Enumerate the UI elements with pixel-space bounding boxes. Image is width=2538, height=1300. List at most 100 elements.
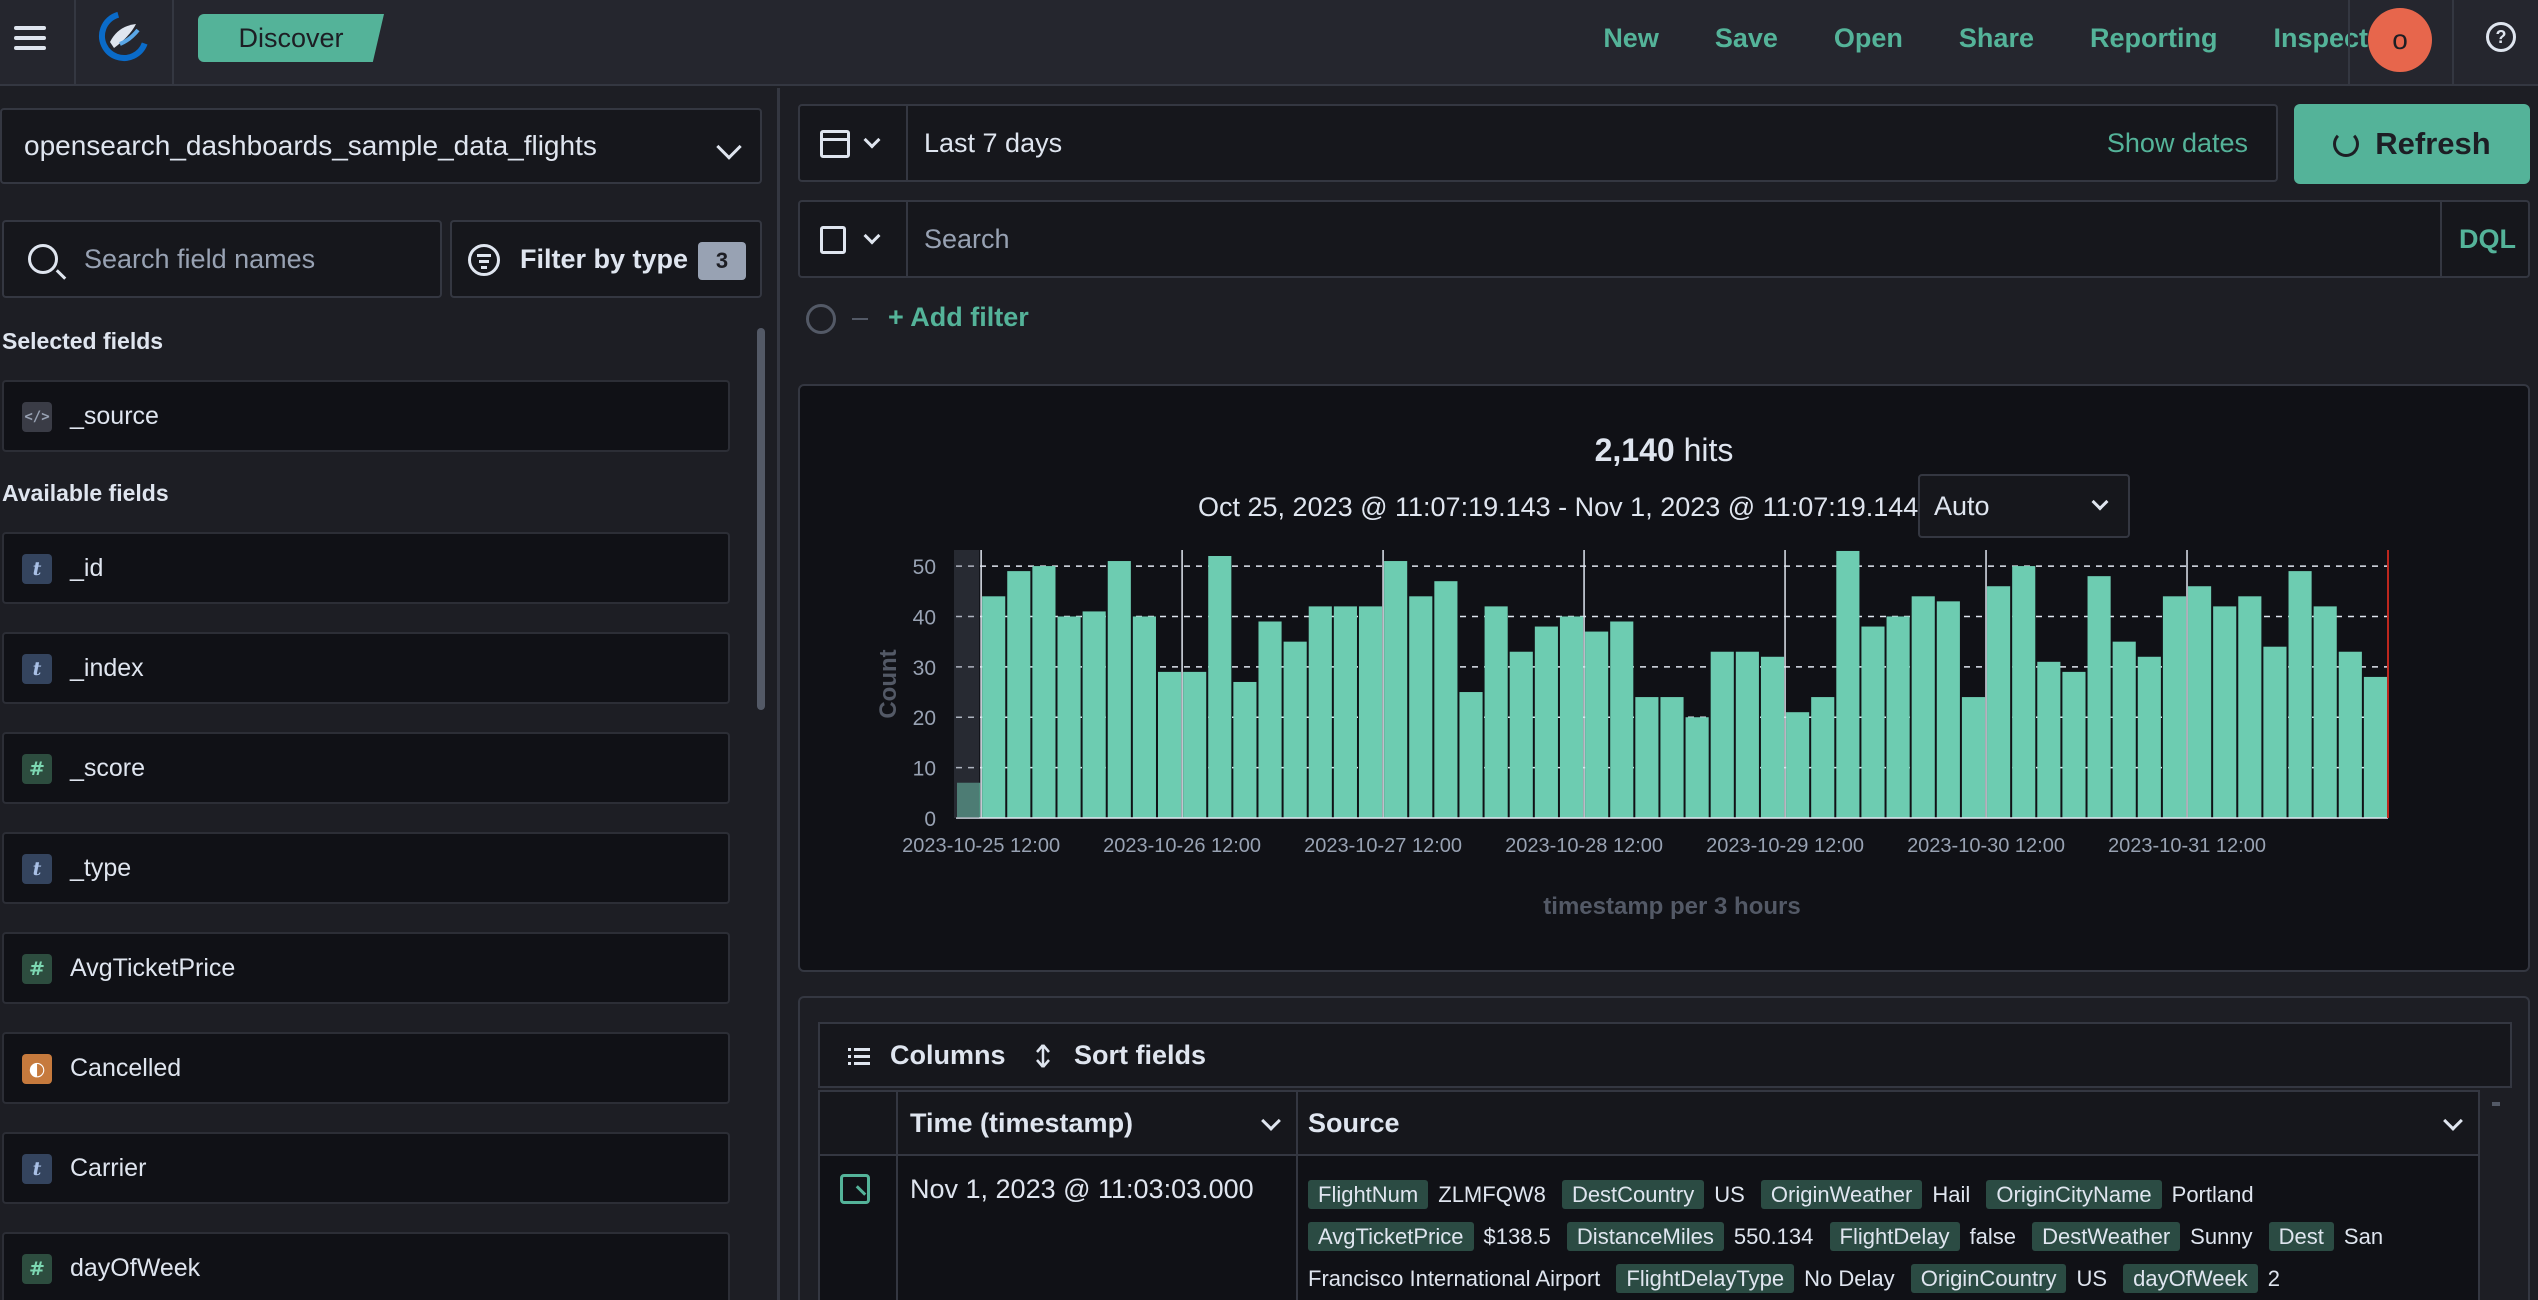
histogram-bar[interactable] bbox=[2087, 576, 2111, 818]
reporting-link[interactable]: Reporting bbox=[2090, 23, 2218, 54]
table-row[interactable]: Nov 1, 2023 @ 11:03:03.000 FlightNum ZLMF… bbox=[818, 1156, 2480, 1300]
field-item-type[interactable]: t _type bbox=[2, 832, 730, 904]
field-item-carrier[interactable]: t Carrier bbox=[2, 1132, 730, 1204]
histogram-bar[interactable] bbox=[1961, 697, 1986, 818]
user-avatar[interactable]: o bbox=[2368, 8, 2432, 72]
histogram-bar[interactable] bbox=[1660, 697, 1684, 818]
histogram-bar[interactable] bbox=[2263, 646, 2287, 818]
open-link[interactable]: Open bbox=[1834, 23, 1903, 54]
histogram-bar[interactable] bbox=[1685, 717, 1709, 818]
histogram-bar[interactable] bbox=[1886, 616, 1910, 818]
histogram-bar[interactable] bbox=[1635, 697, 1659, 818]
calendar-icon[interactable] bbox=[820, 130, 850, 158]
histogram-bar[interactable] bbox=[982, 596, 1006, 818]
histogram-bar[interactable] bbox=[2037, 661, 2061, 818]
discover-breadcrumb[interactable]: Discover bbox=[198, 14, 384, 62]
histogram-bar[interactable] bbox=[2137, 656, 2161, 818]
field-search-input[interactable]: Search field names bbox=[2, 220, 442, 298]
chart-bars[interactable] bbox=[957, 550, 2387, 819]
histogram-bar[interactable] bbox=[1610, 621, 1634, 819]
histogram-bar[interactable] bbox=[2288, 571, 2312, 818]
histogram-bar[interactable] bbox=[1007, 571, 1031, 818]
histogram-bar[interactable] bbox=[1208, 556, 1232, 818]
histogram-bar[interactable] bbox=[1358, 606, 1383, 818]
field-item-avgticketprice[interactable]: # AvgTicketPrice bbox=[2, 932, 730, 1004]
histogram-bar[interactable] bbox=[1861, 626, 1885, 818]
time-column-header[interactable]: Time (timestamp) bbox=[910, 1108, 1133, 1139]
histogram-bar[interactable] bbox=[1183, 671, 1207, 818]
chevron-down-icon[interactable] bbox=[2443, 1111, 2463, 1131]
add-filter-button[interactable]: + Add filter bbox=[888, 302, 1029, 333]
histogram-bar[interactable] bbox=[1333, 606, 1357, 818]
histogram-bar[interactable] bbox=[1786, 712, 1810, 818]
query-language-toggle[interactable]: DQL bbox=[2459, 224, 2516, 255]
histogram-bar[interactable] bbox=[2313, 606, 2337, 818]
histogram-bar[interactable] bbox=[1283, 641, 1307, 818]
histogram-bar[interactable] bbox=[1811, 697, 1835, 818]
query-search-input[interactable]: Search DQL bbox=[798, 200, 2530, 278]
new-link[interactable]: New bbox=[1603, 23, 1659, 54]
columns-button[interactable]: Columns bbox=[848, 1040, 1006, 1071]
save-link[interactable]: Save bbox=[1715, 23, 1778, 54]
histogram-bar[interactable] bbox=[1308, 606, 1332, 818]
histogram-bar[interactable] bbox=[2238, 596, 2262, 818]
histogram-bar[interactable] bbox=[2162, 596, 2187, 818]
field-item-id[interactable]: t _id bbox=[2, 532, 730, 604]
field-item-score[interactable]: # _score bbox=[2, 732, 730, 804]
histogram-bar[interactable] bbox=[1434, 581, 1458, 818]
field-item-cancelled[interactable]: ◐ Cancelled bbox=[2, 1032, 730, 1104]
histogram-bar[interactable] bbox=[1132, 616, 1156, 818]
opensearch-logo-icon[interactable] bbox=[96, 8, 152, 64]
histogram-bar[interactable] bbox=[1735, 651, 1759, 818]
saved-query-icon[interactable] bbox=[820, 226, 846, 254]
histogram-bar[interactable] bbox=[1911, 596, 1935, 818]
histogram-bar[interactable] bbox=[2363, 676, 2387, 818]
histogram-bar[interactable] bbox=[1233, 681, 1257, 818]
field-item-index[interactable]: t _index bbox=[2, 632, 730, 704]
histogram-bar[interactable] bbox=[1258, 621, 1282, 819]
share-link[interactable]: Share bbox=[1959, 23, 2034, 54]
histogram-bar[interactable] bbox=[1082, 611, 1106, 818]
histogram-bar[interactable] bbox=[1032, 566, 1056, 818]
table-scrollbar[interactable] bbox=[2492, 1102, 2500, 1106]
histogram-bar[interactable] bbox=[1509, 651, 1533, 818]
histogram-bar[interactable] bbox=[1936, 601, 1960, 818]
histogram-bar[interactable] bbox=[1459, 692, 1483, 818]
histogram-bar[interactable] bbox=[1559, 616, 1584, 818]
interval-select[interactable]: Auto bbox=[1918, 474, 2130, 538]
menu-icon[interactable] bbox=[12, 20, 48, 56]
inspect-document-icon[interactable] bbox=[840, 1174, 870, 1204]
histogram-bar[interactable] bbox=[2062, 671, 2086, 818]
sort-fields-button[interactable]: Sort fields bbox=[1034, 1040, 1206, 1071]
sidebar-scrollbar[interactable] bbox=[757, 328, 765, 710]
histogram-bar[interactable] bbox=[2012, 566, 2036, 818]
refresh-button[interactable]: Refresh bbox=[2294, 104, 2530, 184]
histogram-bar[interactable] bbox=[1157, 671, 1182, 818]
histogram-bar[interactable] bbox=[2188, 586, 2212, 818]
source-column-header[interactable]: Source bbox=[1308, 1108, 1400, 1139]
field-item-dayofweek[interactable]: # dayOfWeek bbox=[2, 1232, 730, 1300]
histogram-bar[interactable] bbox=[1836, 550, 1860, 818]
histogram-bar[interactable] bbox=[1107, 561, 1131, 818]
histogram-bar[interactable] bbox=[2112, 641, 2136, 818]
help-icon[interactable]: ? bbox=[2486, 22, 2516, 52]
histogram-bar[interactable] bbox=[1384, 561, 1408, 818]
index-pattern-select[interactable]: opensearch_dashboards_sample_data_flight… bbox=[0, 108, 762, 184]
date-picker[interactable]: Last 7 days Show dates bbox=[798, 104, 2278, 182]
histogram-bar[interactable] bbox=[1057, 616, 1081, 818]
histogram-bar[interactable] bbox=[1760, 656, 1785, 818]
histogram-bar[interactable] bbox=[1484, 606, 1508, 818]
field-item-source[interactable]: </> _source bbox=[2, 380, 730, 452]
inspect-link[interactable]: Inspect bbox=[2273, 23, 2368, 54]
show-dates-link[interactable]: Show dates bbox=[2107, 128, 2248, 159]
histogram-bar[interactable] bbox=[1710, 651, 1734, 818]
date-range-text[interactable]: Last 7 days bbox=[924, 128, 1062, 159]
chevron-down-icon[interactable] bbox=[1261, 1111, 1281, 1131]
histogram-bar[interactable] bbox=[1534, 626, 1558, 818]
histogram-bar[interactable] bbox=[1987, 586, 2011, 818]
histogram-bar[interactable] bbox=[2213, 606, 2237, 818]
histogram-chart[interactable]: 0 10 20 30 40 50 2023-10-25 12:00 2023-10-26 12… bbox=[870, 550, 2410, 930]
histogram-bar[interactable] bbox=[2338, 651, 2362, 818]
histogram-bar[interactable] bbox=[1585, 631, 1609, 818]
histogram-bar[interactable] bbox=[1409, 596, 1433, 818]
